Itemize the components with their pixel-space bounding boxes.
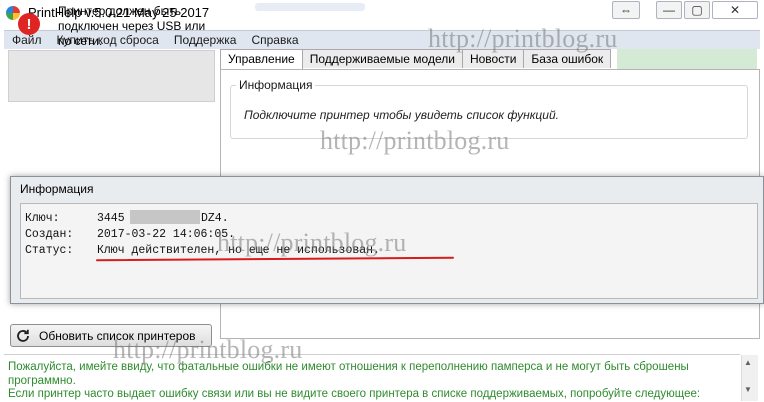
- info-groupbox-title: Информация: [236, 78, 316, 92]
- key-label: Ключ:: [25, 212, 60, 225]
- connect-printer-message: Подключите принтер чтобы увидеть список …: [244, 108, 559, 122]
- key-value-start: 3445: [97, 212, 125, 225]
- minimize-button[interactable]: —: [656, 1, 682, 19]
- maximize-button[interactable]: ▢: [684, 1, 710, 19]
- scroll-down-arrow-icon[interactable]: ▼: [744, 385, 752, 394]
- notice-line-2: Если принтер часто выдает ошибку связи и…: [8, 388, 701, 400]
- exclamation-icon: !: [18, 13, 40, 35]
- status-label: Статус:: [25, 244, 74, 257]
- tab-strip-filler: [617, 49, 757, 69]
- watermark: http://printblog.ru: [217, 228, 407, 257]
- printer-warning-text: Принтер должен быть подключен через USB …: [58, 4, 206, 48]
- printer-status-panel: [8, 50, 215, 102]
- watermark: http://printblog.ru: [320, 126, 510, 155]
- created-label: Создан:: [25, 228, 74, 241]
- created-value: 2017-03-22 14:06:05.: [97, 228, 236, 241]
- dialog-title: Информация: [20, 182, 94, 196]
- tab-control[interactable]: Управление: [220, 49, 303, 70]
- swap-button[interactable]: ⇔: [612, 1, 640, 19]
- menu-help[interactable]: Справка: [243, 33, 305, 47]
- menu-file[interactable]: Файл: [4, 33, 49, 47]
- watermark: http://printblog.ru: [428, 24, 618, 53]
- blurred-area: [255, 3, 365, 11]
- key-value-end: DZ4.: [201, 212, 229, 225]
- watermark: http://printblog.ru: [113, 335, 303, 364]
- refresh-icon: [17, 329, 29, 342]
- app-icon: [6, 6, 20, 20]
- close-button[interactable]: ✕: [712, 1, 758, 19]
- scroll-up-arrow-icon[interactable]: ▲: [744, 358, 752, 367]
- redacted-key-part: [130, 210, 200, 224]
